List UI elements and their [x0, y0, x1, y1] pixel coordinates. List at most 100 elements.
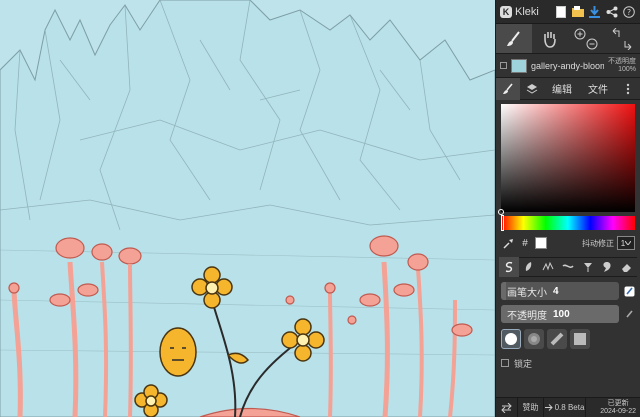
- arrow-right-icon: [544, 404, 553, 411]
- app-name: Kleki: [515, 5, 539, 18]
- lock-alpha-checkbox[interactable]: [501, 359, 509, 367]
- layer-thumbnail: [511, 58, 527, 73]
- brush-size-fill: [501, 282, 506, 300]
- chevron-down-icon: [625, 241, 632, 245]
- brush-shapes: [501, 328, 635, 350]
- kleki-logo-icon: K: [500, 5, 512, 18]
- svg-text:?: ?: [626, 8, 630, 17]
- pressure-opacity-toggle[interactable]: [623, 308, 635, 320]
- layer-opacity: 不透明度 100%: [608, 58, 636, 74]
- pen-pressure-icon: [624, 286, 634, 296]
- updated-label: 已更新: [607, 399, 629, 407]
- eyedropper-button[interactable]: [501, 236, 515, 250]
- brush-smudge[interactable]: [598, 257, 618, 277]
- tab-edit[interactable]: 编辑: [544, 78, 580, 100]
- artwork: [0, 0, 495, 417]
- secondary-color-swatch[interactable]: [535, 237, 547, 249]
- share-icon: [606, 6, 617, 17]
- swap-arrows-icon: [501, 402, 512, 413]
- donate-button[interactable]: 赞助: [518, 397, 544, 417]
- chalk-icon: [550, 332, 564, 346]
- tab-file[interactable]: 文件: [580, 78, 616, 100]
- brush-size-slider[interactable]: 画笔大小 4: [501, 282, 635, 300]
- hex-input-button[interactable]: #: [518, 236, 532, 250]
- shape-chalk[interactable]: [547, 329, 567, 349]
- circle-soft-icon: [528, 333, 540, 345]
- new-image-icon: [555, 5, 566, 18]
- brush-opacity-label: 不透明度: [507, 310, 547, 322]
- pixel-brush-icon: [562, 264, 574, 269]
- more-icon: [626, 83, 630, 94]
- brush-icon: [507, 30, 520, 46]
- brush-pixel[interactable]: [558, 257, 578, 277]
- hue-slider-handle[interactable]: [501, 215, 504, 231]
- brush-sketchy[interactable]: [538, 257, 558, 277]
- hand-icon: [544, 31, 556, 48]
- blend-brush-icon: [525, 262, 531, 271]
- download-button[interactable]: [587, 4, 602, 20]
- pen-pressure-off-icon: [625, 309, 633, 318]
- brush-eraser[interactable]: [617, 257, 637, 277]
- tab-layers[interactable]: [520, 78, 544, 100]
- brush-types: [499, 257, 637, 277]
- new-image-button[interactable]: [553, 4, 568, 20]
- saturation-value-field[interactable]: [498, 104, 635, 215]
- help-button[interactable]: ?: [621, 4, 636, 20]
- layers-icon: [526, 83, 538, 94]
- brush-blend[interactable]: [519, 257, 539, 277]
- drawing-canvas[interactable]: [0, 0, 495, 417]
- sketchy-brush-icon: [542, 261, 554, 271]
- top-bar: K Kleki ?: [496, 0, 640, 24]
- zoom-icon: [574, 28, 598, 49]
- brush-opacity-value: 100: [553, 308, 570, 320]
- download-icon: [589, 5, 600, 18]
- smudge-brush-icon: [603, 262, 611, 272]
- layer-visibility-checkbox[interactable]: [500, 62, 507, 69]
- tool-hand[interactable]: [532, 24, 568, 53]
- panel-tabs: 编辑 文件: [496, 77, 640, 100]
- chemy-brush-icon: [583, 263, 592, 272]
- shape-circle-soft[interactable]: [524, 329, 544, 349]
- tool-undo-redo[interactable]: [604, 24, 640, 53]
- eraser-icon: [622, 264, 632, 272]
- brush-size-label: 画笔大小: [507, 287, 547, 299]
- update-info: 已更新 2024-09-22: [600, 400, 640, 416]
- tab-brush[interactable]: [496, 77, 520, 100]
- open-button[interactable]: [570, 4, 585, 20]
- hue-slider[interactable]: [501, 215, 635, 231]
- brush-chemy[interactable]: [578, 257, 598, 277]
- tool-brush[interactable]: [496, 24, 532, 53]
- eyedropper-icon: [502, 238, 513, 249]
- brush-pen[interactable]: [499, 257, 519, 277]
- square-icon: [574, 333, 586, 345]
- shape-circle-hard[interactable]: [501, 329, 521, 349]
- pen-brush-icon: [505, 261, 513, 273]
- pressure-size-toggle[interactable]: [623, 285, 635, 297]
- swap-side-button[interactable]: [496, 397, 518, 417]
- stabilizer-select[interactable]: 1: [617, 236, 635, 250]
- open-folder-icon: [571, 6, 584, 17]
- brush-opacity-bar[interactable]: 不透明度 100: [501, 305, 619, 323]
- layer-opacity-value: 100%: [618, 65, 636, 73]
- help-icon: ?: [622, 5, 635, 18]
- tab-more[interactable]: [616, 78, 640, 100]
- color-picker: [498, 104, 635, 231]
- shape-square[interactable]: [570, 329, 590, 349]
- layer-name: gallery-andy-bloom.w: [531, 60, 604, 71]
- side-panel: K Kleki ? gallery-andy-bloom 不透明度 100% 编…: [495, 0, 640, 417]
- color-row: # 抖动修正 1: [501, 233, 635, 253]
- brush-icon: [503, 82, 513, 94]
- app-logo: K Kleki: [500, 5, 539, 18]
- undo-redo-icon: [612, 27, 632, 50]
- brush-size-value: 4: [553, 285, 559, 297]
- tool-zoom[interactable]: [568, 24, 604, 53]
- brush-size-bar[interactable]: 画笔大小 4: [501, 282, 619, 300]
- lock-alpha-row[interactable]: 锁定: [501, 355, 635, 371]
- layer-row[interactable]: gallery-andy-bloom.w 不透明度 100%: [496, 54, 640, 78]
- brush-opacity-slider[interactable]: 不透明度 100: [501, 305, 635, 323]
- stabilizer-label: 抖动修正: [582, 238, 614, 248]
- version-button[interactable]: 0.8 Beta: [544, 397, 586, 417]
- lock-alpha-label: 锁定: [514, 358, 533, 369]
- bottom-bar: 赞助 0.8 Beta 已更新 2024-09-22: [496, 397, 640, 417]
- share-button[interactable]: [604, 4, 619, 20]
